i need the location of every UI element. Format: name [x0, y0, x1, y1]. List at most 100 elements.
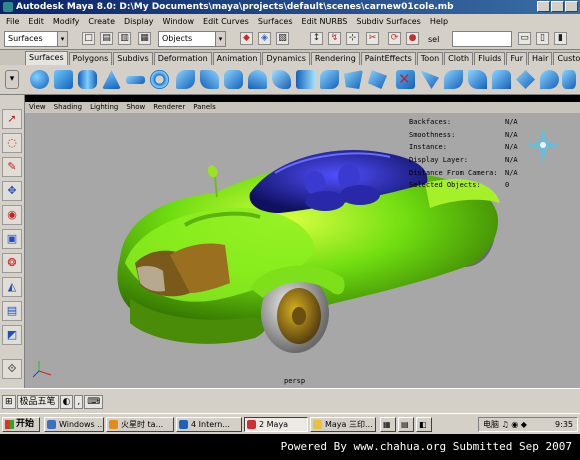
nurbs-cone-icon[interactable]: [102, 70, 121, 89]
open-scene-icon[interactable]: ▤: [100, 32, 113, 45]
panel-menu-view[interactable]: View: [29, 102, 46, 113]
insert-isoparms-icon[interactable]: [540, 70, 559, 89]
tool-settings-icon[interactable]: ▯: [536, 32, 549, 45]
task-internet[interactable]: 4 Intern...: [176, 417, 242, 432]
lasso-tool-icon[interactable]: ◌: [2, 133, 22, 153]
boundary-icon[interactable]: [296, 70, 315, 89]
snap-curve-icon[interactable]: ↯: [328, 32, 341, 45]
attribute-editor-icon[interactable]: ▭: [518, 32, 531, 45]
tab-fluids[interactable]: Fluids: [474, 52, 506, 65]
channel-box-icon[interactable]: ▮: [554, 32, 567, 45]
panel-menu-shading[interactable]: Shading: [54, 102, 82, 113]
nurbs-sphere-icon[interactable]: [30, 70, 49, 89]
scale-tool-icon[interactable]: ▣: [2, 229, 22, 249]
detach-surfaces-icon[interactable]: [468, 70, 487, 89]
save-scene-icon[interactable]: ▥: [118, 32, 131, 45]
menu-file[interactable]: File: [6, 17, 19, 26]
ime-mode-icon[interactable]: ◐: [59, 395, 74, 409]
square-surface-icon[interactable]: [320, 70, 339, 89]
start-button[interactable]: 开始: [2, 417, 40, 432]
panel-menu-lighting[interactable]: Lighting: [90, 102, 118, 113]
quick-launch-icon[interactable]: ▦: [380, 417, 396, 432]
menu-surfaces[interactable]: Surfaces: [258, 17, 293, 26]
shelf-menu-icon[interactable]: ▾: [5, 70, 19, 89]
task-maya[interactable]: 2 Maya: [244, 417, 308, 432]
render-icon[interactable]: ●: [406, 32, 419, 45]
menuset-dropdown[interactable]: Surfaces ▾: [4, 31, 68, 47]
tab-fur[interactable]: Fur: [506, 52, 527, 65]
attach-surfaces-icon[interactable]: [444, 70, 463, 89]
ime-keyboard-icon[interactable]: ⌨: [84, 395, 104, 409]
ime-punct-icon[interactable]: ,: [74, 395, 84, 409]
align-surfaces-icon[interactable]: [492, 70, 511, 89]
quick-launch-icon-3[interactable]: ◧: [416, 417, 432, 432]
close-button[interactable]: [565, 1, 578, 12]
tray-clock[interactable]: 9:35: [555, 418, 573, 431]
nurbs-torus-icon[interactable]: [150, 70, 169, 89]
view-compass-icon[interactable]: [523, 125, 563, 165]
menu-create[interactable]: Create: [88, 17, 115, 26]
menu-modify[interactable]: Modify: [53, 17, 80, 26]
tab-polygons[interactable]: Polygons: [68, 52, 113, 65]
nurbs-cylinder-icon[interactable]: [78, 70, 97, 89]
panel-menu-renderer[interactable]: Renderer: [153, 102, 185, 113]
panel-menu-panels[interactable]: Panels: [193, 102, 216, 113]
select-by-object-icon[interactable]: ◈: [258, 32, 271, 45]
new-scene-icon[interactable]: □: [82, 32, 95, 45]
speaker-icon[interactable]: ♫ ◉ ◆: [502, 420, 527, 429]
single-pane-layout-icon[interactable]: ▤: [2, 301, 22, 321]
tab-hair[interactable]: Hair: [528, 52, 553, 65]
quick-launch-icon-2[interactable]: ▤: [398, 417, 414, 432]
tab-painteffects[interactable]: PaintEffects: [360, 52, 416, 65]
select-by-component-icon[interactable]: ▧: [276, 32, 289, 45]
tab-rendering[interactable]: Rendering: [310, 52, 360, 65]
maximize-button[interactable]: [551, 1, 564, 12]
tab-surfaces[interactable]: Surfaces: [25, 51, 68, 65]
snap-plane-icon[interactable]: ✂: [366, 32, 379, 45]
select-tool-icon[interactable]: ➚: [2, 109, 22, 129]
outliner-layout-icon[interactable]: ⟐: [2, 359, 22, 379]
selection-mask-icon[interactable]: ▦: [138, 32, 151, 45]
loft-icon[interactable]: [200, 70, 219, 89]
menu-edit-curves[interactable]: Edit Curves: [203, 17, 249, 26]
open-close-surface-icon[interactable]: [516, 70, 535, 89]
menu-window[interactable]: Window: [163, 17, 195, 26]
four-pane-layout-icon[interactable]: ◩: [2, 325, 22, 345]
tab-deformation[interactable]: Deformation: [153, 52, 212, 65]
menu-edit-nurbs[interactable]: Edit NURBS: [302, 17, 348, 26]
tab-dynamics[interactable]: Dynamics: [262, 52, 310, 65]
perspective-viewport[interactable]: Backfaces: N/A Smoothness: N/A Instance: N/…: [25, 113, 580, 388]
ime-label[interactable]: 极品五笔: [16, 395, 59, 409]
trim-tool-icon[interactable]: ✕: [396, 70, 415, 89]
birail-icon[interactable]: [272, 70, 291, 89]
tab-custom[interactable]: Custom: [553, 52, 580, 65]
input-line-field[interactable]: [452, 31, 512, 47]
snap-grid-icon[interactable]: ↕: [310, 32, 323, 45]
planar-icon[interactable]: [224, 70, 243, 89]
menu-help[interactable]: Help: [430, 17, 448, 26]
task-folder[interactable]: Maya 三印...: [310, 417, 376, 432]
task-windows[interactable]: Windows ...: [44, 417, 104, 432]
menu-display[interactable]: Display: [124, 17, 154, 26]
select-by-hierarchy-icon[interactable]: ◆: [240, 32, 253, 45]
nurbs-plane-icon[interactable]: [126, 76, 145, 84]
rotate-tool-icon[interactable]: ◉: [2, 205, 22, 225]
rebuild-surface-icon[interactable]: [562, 70, 576, 89]
ime-logo-icon[interactable]: ⊞: [2, 395, 16, 409]
snap-point-icon[interactable]: ⊹: [346, 32, 359, 45]
history-icon[interactable]: ⟳: [388, 32, 401, 45]
tab-subdivs[interactable]: Subdivs: [113, 52, 153, 65]
tab-cloth[interactable]: Cloth: [444, 52, 474, 65]
task-browser-1[interactable]: 火星时 ta...: [106, 417, 174, 432]
soft-mod-tool-icon[interactable]: ◭: [2, 277, 22, 297]
menu-edit[interactable]: Edit: [28, 17, 44, 26]
minimize-button[interactable]: [537, 1, 550, 12]
nurbs-cube-icon[interactable]: [54, 70, 73, 89]
manipulator-tool-icon[interactable]: ❂: [2, 253, 22, 273]
bevel-icon[interactable]: [344, 70, 363, 89]
project-curve-icon[interactable]: [368, 70, 387, 89]
revolve-icon[interactable]: [176, 70, 195, 89]
tab-animation[interactable]: Animation: [212, 52, 262, 65]
menu-subdiv-surfaces[interactable]: Subdiv Surfaces: [356, 17, 420, 26]
extrude-icon[interactable]: [248, 70, 267, 89]
